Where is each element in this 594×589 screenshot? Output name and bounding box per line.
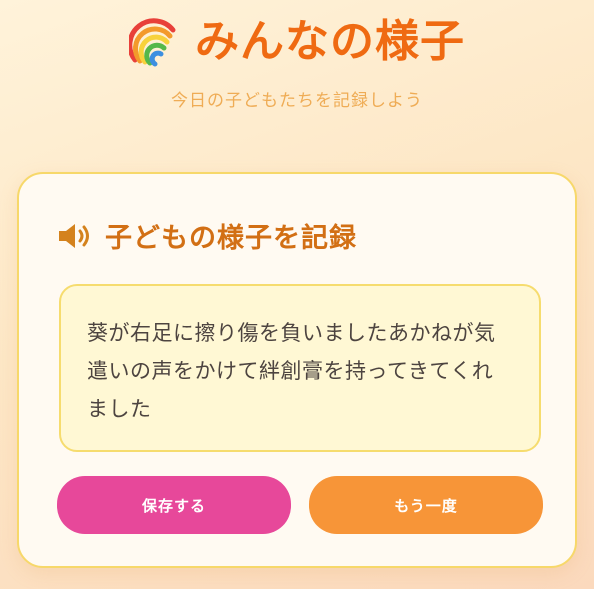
speaker-icon[interactable] [57,221,93,251]
title-row: みんなの様子 [0,10,594,74]
note-text-area[interactable]: 葵が右足に擦り傷を負いましたあかねが気遣いの声をかけて絆創膏を持ってきてくれまし… [59,284,541,452]
button-row: 保存する もう一度 [57,476,543,534]
retry-button[interactable]: もう一度 [309,476,543,534]
save-button[interactable]: 保存する [57,476,291,534]
record-card: 子どもの様子を記録 葵が右足に擦り傷を負いましたあかねが気遣いの声をかけて絆創膏… [17,172,577,568]
app-title: みんなの様子 [195,16,465,67]
rainbow-icon [127,16,181,68]
section-header: 子どもの様子を記録 [57,216,357,255]
section-title: 子どもの様子を記録 [105,223,357,254]
page-subtitle: 今日の子どもたちを記録しよう [171,91,423,111]
